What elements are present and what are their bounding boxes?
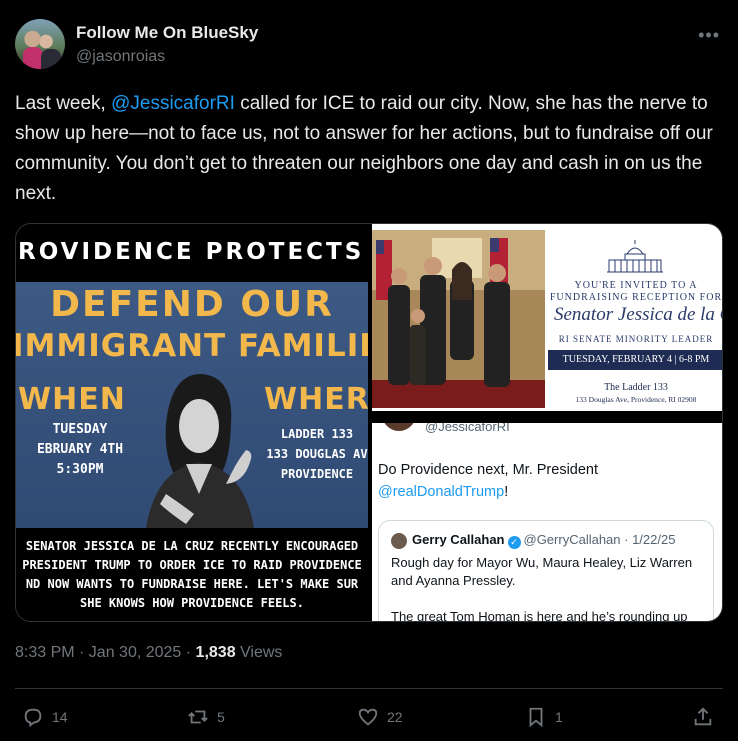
quote-meta: @GerryCallahan · 1/22/25 — [523, 532, 676, 547]
reply-icon — [24, 708, 42, 728]
divider — [15, 688, 723, 689]
screenshot-text: Do Providence next, Mr. President @realD… — [378, 459, 718, 503]
bookmark-count: 1 — [555, 709, 563, 725]
avatar[interactable] — [15, 19, 65, 69]
repost-button[interactable]: 5 — [187, 706, 225, 728]
when-details: TUESDAY EBRUARY 4TH 5:30PM — [20, 420, 140, 480]
reply-count: 14 — [52, 709, 68, 725]
author-display-name[interactable]: Follow Me On BlueSky — [76, 23, 258, 43]
group-photo — [372, 230, 545, 408]
invitation-line-1: YOU'RE INVITED TO A — [574, 280, 698, 291]
screenshot-suffix: ! — [504, 484, 509, 500]
tweet-screenshot-image[interactable]: @JessicaforRI Do Providence next, Mr. Pr… — [372, 423, 722, 622]
invitation-card: YOU'RE INVITED TO A FUNDRAISING RECEPTIO… — [548, 230, 723, 408]
reply-button[interactable]: 14 — [22, 706, 68, 728]
like-button[interactable]: 22 — [357, 706, 403, 728]
when-line: 5:30PM — [56, 462, 104, 477]
post-text: Last week, @JessicaforRI called for ICE … — [15, 89, 723, 209]
media-grid[interactable]: ROVIDENCE PROTECTS ITS OW DEFEND OUR IMM… — [15, 223, 723, 622]
action-bar: 14 5 22 1 — [15, 700, 723, 734]
bookmark-button[interactable]: 1 — [525, 706, 563, 728]
share-button[interactable] — [692, 706, 722, 728]
post-text-part1: Last week, — [15, 93, 112, 114]
flyer-top-text: ROVIDENCE PROTECTS ITS OW — [18, 239, 368, 265]
when-line: EBRUARY 4TH — [36, 442, 124, 457]
capitol-icon — [607, 240, 663, 273]
flyer-bottom-line: SHE KNOWS HOW PROVIDENCE FEELS. — [80, 596, 304, 610]
heart-icon — [358, 708, 378, 726]
flyer-headline-1: DEFEND OUR — [50, 284, 334, 325]
flyer-headline-2: IMMIGRANT FAMILIES — [16, 328, 368, 364]
quote-header: Gerry Callahan ✓ @GerryCallahan · 1/22/25 — [412, 532, 675, 549]
repost-count: 5 — [217, 709, 225, 725]
woman-photo — [146, 374, 254, 528]
author-handle[interactable]: @jasonroias — [76, 48, 165, 66]
where-line: 133 DOUGLAS AV — [266, 447, 368, 461]
screenshot-handle: @JessicaforRI — [425, 423, 510, 434]
when-label: WHEN — [18, 382, 126, 417]
post-header: Follow Me On BlueSky @jasonroias ••• — [15, 19, 723, 71]
quoted-tweet: Gerry Callahan ✓ @GerryCallahan · 1/22/25 … — [378, 520, 714, 622]
quote-author-name: Gerry Callahan — [412, 532, 505, 547]
screenshot-mention: @realDonaldTrump — [378, 484, 505, 500]
invitation-address: 133 Douglas Ave, Providence, RI 02908 — [575, 395, 697, 404]
views-count: 1,838 — [195, 644, 236, 661]
invitation-line-2: FUNDRAISING RECEPTION FOR — [549, 292, 723, 303]
screenshot-avatar — [382, 423, 416, 431]
quote-avatar — [391, 533, 407, 549]
quote-text-1: Rough day for Mayor Wu, Maura Healey, Li… — [391, 555, 693, 588]
where-line: LADDER 133 — [280, 427, 354, 441]
verified-badge-icon: ✓ — [507, 536, 521, 549]
post-timestamp[interactable]: 8:33 PM · Jan 30, 2025 · — [15, 644, 196, 661]
share-icon — [694, 707, 712, 726]
invitation-image[interactable]: YOU'RE INVITED TO A FUNDRAISING RECEPTIO… — [372, 224, 723, 411]
views-label: Views — [235, 644, 283, 661]
when-line: TUESDAY — [52, 422, 108, 437]
bookmark-icon — [529, 707, 543, 728]
flyer-bottom-line: SENATOR JESSICA DE LA CRUZ RECENTLY ENCO… — [25, 539, 359, 553]
invitation-name: Senator Jessica de la Cruz — [554, 304, 722, 325]
mention-link[interactable]: @JessicaforRI — [111, 93, 235, 114]
where-details: LADDER 133 133 DOUGLAS AV PROVIDENCE — [262, 424, 368, 484]
quote-text-2: The great Tom Homan is here and he’s rou… — [391, 609, 688, 622]
like-count: 22 — [387, 709, 403, 725]
invitation-date-bar: TUESDAY, FEBRUARY 4 | 6-8 PM — [548, 350, 722, 370]
flyer-image[interactable]: ROVIDENCE PROTECTS ITS OW DEFEND OUR IMM… — [16, 224, 368, 621]
post-meta: 8:33 PM · Jan 30, 2025 · 1,838 Views — [15, 644, 282, 662]
flyer-bottom-line: ND NOW WANTS TO FUNDRAISE HERE. LET'S MA… — [25, 577, 359, 591]
screenshot-line-1: Do Providence next, Mr. President — [378, 462, 599, 478]
where-line: PROVIDENCE — [280, 467, 354, 481]
invitation-intro: YOU'RE INVITED TO A FUNDRAISING RECEPTIO… — [548, 280, 723, 304]
invitation-venue: The Ladder 133 — [604, 382, 668, 393]
flyer-bottom-line: PRESIDENT TRUMP TO ORDER ICE TO RAID PRO… — [22, 558, 362, 572]
repost-icon — [188, 710, 208, 724]
where-label: WHERI — [264, 382, 368, 417]
invitation-role: RI SENATE MINORITY LEADER — [558, 334, 714, 344]
more-options-icon[interactable]: ••• — [698, 25, 720, 46]
flyer-bottom-text: SENATOR JESSICA DE LA CRUZ RECENTLY ENCO… — [16, 537, 368, 613]
